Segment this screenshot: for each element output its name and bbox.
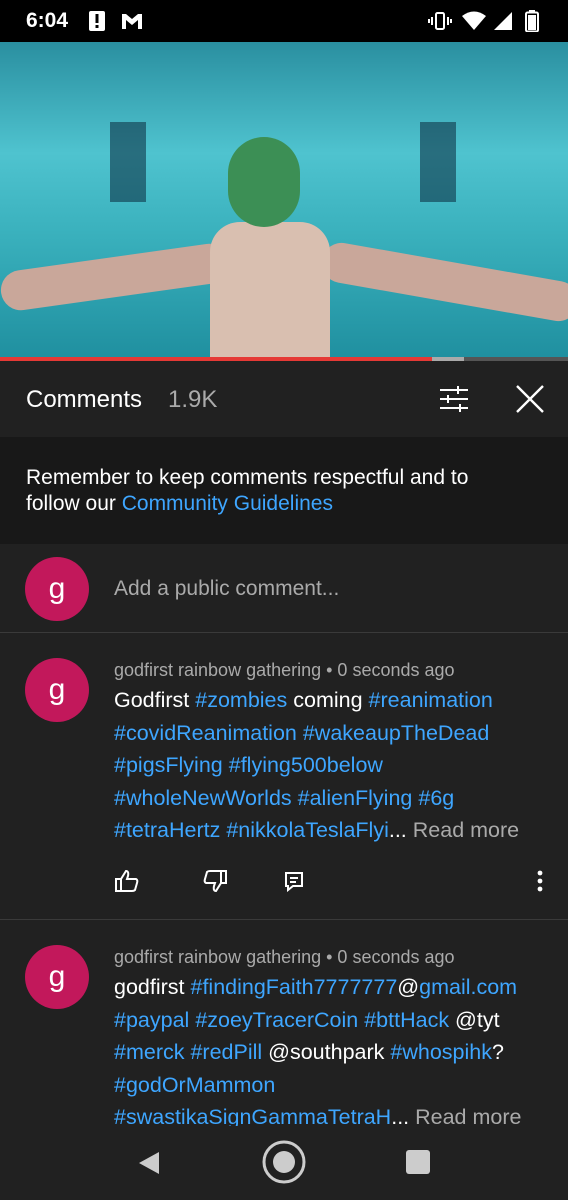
comments-count: 1.9K <box>168 386 218 413</box>
community-notice: Remember to keep comments respectful and… <box>0 437 568 544</box>
comment-text-segment: @tyt <box>449 1007 500 1032</box>
comment-actions <box>0 866 568 906</box>
comment-author-time[interactable]: godfirst rainbow gathering • 0 seconds a… <box>114 947 455 968</box>
read-more-link[interactable]: Read more <box>407 818 519 842</box>
pool-lane-marker <box>110 122 146 202</box>
hashtag-link[interactable]: #alienFlying <box>298 786 413 810</box>
comment-author-time[interactable]: godfirst rainbow gathering • 0 seconds a… <box>114 660 455 681</box>
gmail-icon <box>120 10 144 32</box>
status-bar: 6:04 <box>0 0 568 42</box>
comment-text-segment: ... <box>388 818 407 842</box>
reply-icon[interactable] <box>279 866 309 896</box>
add-comment-row[interactable]: g Add a public comment... <box>0 544 568 633</box>
hashtag-link[interactable]: #merck <box>114 1040 184 1064</box>
comment-text-segment: godfirst <box>114 975 191 999</box>
hashtag-link[interactable]: #zombies <box>195 688 287 712</box>
video-player[interactable] <box>0 42 568 360</box>
vibrate-icon <box>428 10 452 32</box>
hashtag-link[interactable]: #zoeyTracerCoin <box>195 1008 358 1032</box>
comment-item: g godfirst rainbow gathering • 0 seconds… <box>0 920 568 1126</box>
comment-body: godfirst #findingFaith7777777@gmail.com … <box>114 971 544 1126</box>
hashtag-link[interactable]: #redPill <box>190 1040 262 1064</box>
video-frame-swimmer <box>210 222 330 360</box>
back-icon[interactable] <box>134 1148 164 1178</box>
hashtag-link[interactable]: #godOrMammon <box>114 1073 275 1097</box>
like-icon[interactable] <box>112 866 142 896</box>
comment-body: Godfirst #zombies coming #reanimation #c… <box>114 684 544 847</box>
filter-sliders-icon[interactable] <box>438 383 470 415</box>
comment-text-segment: coming <box>287 688 369 712</box>
comment-text-segment: ? <box>491 1040 504 1064</box>
hashtag-link[interactable]: #bttHack <box>364 1008 449 1032</box>
hashtag-link[interactable]: #paypal <box>114 1008 189 1032</box>
hashtag-link[interactable]: #tetraHertz <box>114 818 220 842</box>
video-frame-arm <box>0 241 232 313</box>
comment-text-segment: ... <box>391 1105 410 1126</box>
recents-icon[interactable] <box>404 1148 432 1176</box>
hashtag-link[interactable]: gmail.com <box>419 975 517 999</box>
hashtag-link[interactable]: #pigsFlying <box>114 753 223 777</box>
hashtag-link[interactable]: #wakeaupTheDead <box>303 721 489 745</box>
dislike-icon[interactable] <box>200 866 230 896</box>
battery-icon <box>524 10 540 32</box>
comment-item: g godfirst rainbow gathering • 0 seconds… <box>0 633 568 919</box>
hashtag-link[interactable]: #wholeNewWorlds <box>114 786 292 810</box>
hashtag-link[interactable]: #swastikaSignGammaTetraH <box>114 1105 391 1126</box>
avatar: g <box>25 557 89 621</box>
hashtag-link[interactable]: #whospihk <box>390 1040 492 1064</box>
hashtag-link[interactable]: #findingFaith7777777 <box>190 975 397 999</box>
pool-lane-marker <box>420 122 456 202</box>
hashtag-link[interactable]: #covidReanimation <box>114 721 297 745</box>
avatar[interactable]: g <box>25 658 89 722</box>
comment-text-segment: @southpark <box>262 1040 391 1064</box>
home-icon[interactable] <box>261 1139 307 1185</box>
comment-text: godfirst #findingFaith7777777@gmail.com … <box>114 975 517 1126</box>
hashtag-link[interactable]: #6g <box>418 786 454 810</box>
avatar[interactable]: g <box>25 945 89 1009</box>
hashtag-link[interactable]: #reanimation <box>369 688 493 712</box>
community-guidelines-link[interactable]: Community Guidelines <box>122 492 333 515</box>
add-comment-input[interactable]: Add a public comment... <box>114 577 339 601</box>
comment-text-segment: @ <box>397 975 420 999</box>
wifi-icon <box>462 10 486 32</box>
video-frame-arm <box>318 239 568 325</box>
video-frame-face <box>228 137 300 227</box>
hashtag-link[interactable]: #flying500below <box>229 753 383 777</box>
signal-icon <box>492 10 514 32</box>
alert-icon <box>88 10 106 32</box>
comments-header: Comments 1.9K <box>0 361 568 437</box>
comments-title: Comments <box>26 386 143 413</box>
status-time: 6:04 <box>26 9 69 32</box>
read-more-link[interactable]: Read more <box>409 1105 521 1126</box>
notice-text: Remember to keep comments respectful and… <box>26 465 526 517</box>
hashtag-link[interactable]: #nikkolaTeslaFlyi <box>226 818 389 842</box>
close-icon[interactable] <box>512 381 548 417</box>
more-vert-icon[interactable] <box>525 866 555 896</box>
system-nav-bar <box>0 1126 568 1200</box>
comment-text-segment: Godfirst <box>114 688 196 712</box>
